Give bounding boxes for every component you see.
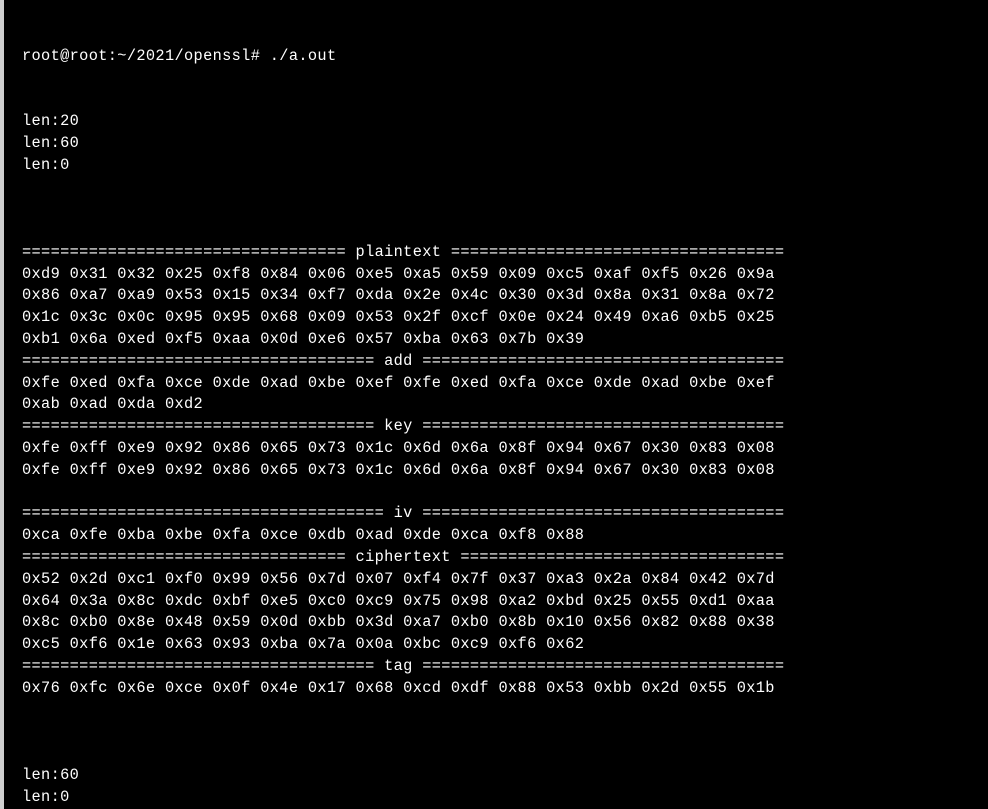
section-divider-add: ===================================== ad… (22, 351, 980, 373)
hex-row: 0xd9 0x31 0x32 0x25 0xf8 0x84 0x06 0xe5 … (22, 264, 980, 286)
hex-row: 0xfe 0xed 0xfa 0xce 0xde 0xad 0xbe 0xef … (22, 373, 980, 395)
hex-row: 0xab 0xad 0xda 0xd2 (22, 394, 980, 416)
section-divider-key: ===================================== ke… (22, 416, 980, 438)
hex-row: 0x64 0x3a 0x8c 0xdc 0xbf 0xe5 0xc0 0xc9 … (22, 591, 980, 613)
len-line: len:60 (22, 133, 980, 155)
sections-output: ================================== plain… (22, 242, 980, 722)
hex-row: 0xfe 0xff 0xe9 0x92 0x86 0x65 0x73 0x1c … (22, 438, 980, 460)
shell-prompt: root@root:~/2021/openssl# (22, 47, 270, 65)
section-divider-plaintext: ================================== plain… (22, 242, 980, 264)
section-divider-iv: ====================================== i… (22, 503, 980, 525)
blank-line (22, 700, 980, 722)
hex-row: 0x8c 0xb0 0x8e 0x48 0x59 0x0d 0xbb 0x3d … (22, 612, 980, 634)
section-divider-ciphertext: ================================== ciphe… (22, 547, 980, 569)
hex-row: 0x86 0xa7 0xa9 0x53 0x15 0x34 0xf7 0xda … (22, 285, 980, 307)
hex-row: 0xb1 0x6a 0xed 0xf5 0xaa 0x0d 0xe6 0x57 … (22, 329, 980, 351)
hex-row: 0xfe 0xff 0xe9 0x92 0x86 0x65 0x73 0x1c … (22, 460, 980, 482)
prompt-line[interactable]: root@root:~/2021/openssl# ./a.out (22, 46, 980, 68)
len-line: len:20 (22, 111, 980, 133)
hex-row: 0x52 0x2d 0xc1 0xf0 0x99 0x56 0x7d 0x07 … (22, 569, 980, 591)
hex-row: 0x1c 0x3c 0x0c 0x95 0x95 0x68 0x09 0x53 … (22, 307, 980, 329)
len-line (22, 176, 980, 198)
hex-row: 0xc5 0xf6 0x1e 0x63 0x93 0xba 0x7a 0x0a … (22, 634, 980, 656)
terminal-window[interactable]: root@root:~/2021/openssl# ./a.out len:20… (0, 0, 988, 809)
command-text: ./a.out (270, 47, 337, 65)
post-output-lines: len:60len:0 (22, 765, 980, 809)
blank-line (22, 482, 980, 504)
len-line: len:60 (22, 765, 980, 787)
hex-row: 0x76 0xfc 0x6e 0xce 0x0f 0x4e 0x17 0x68 … (22, 678, 980, 700)
len-line: len:0 (22, 787, 980, 809)
len-line: len:0 (22, 155, 980, 177)
pre-output-lines: len:20len:60len:0 (22, 111, 980, 198)
section-divider-tag: ===================================== ta… (22, 656, 980, 678)
hex-row: 0xca 0xfe 0xba 0xbe 0xfa 0xce 0xdb 0xad … (22, 525, 980, 547)
